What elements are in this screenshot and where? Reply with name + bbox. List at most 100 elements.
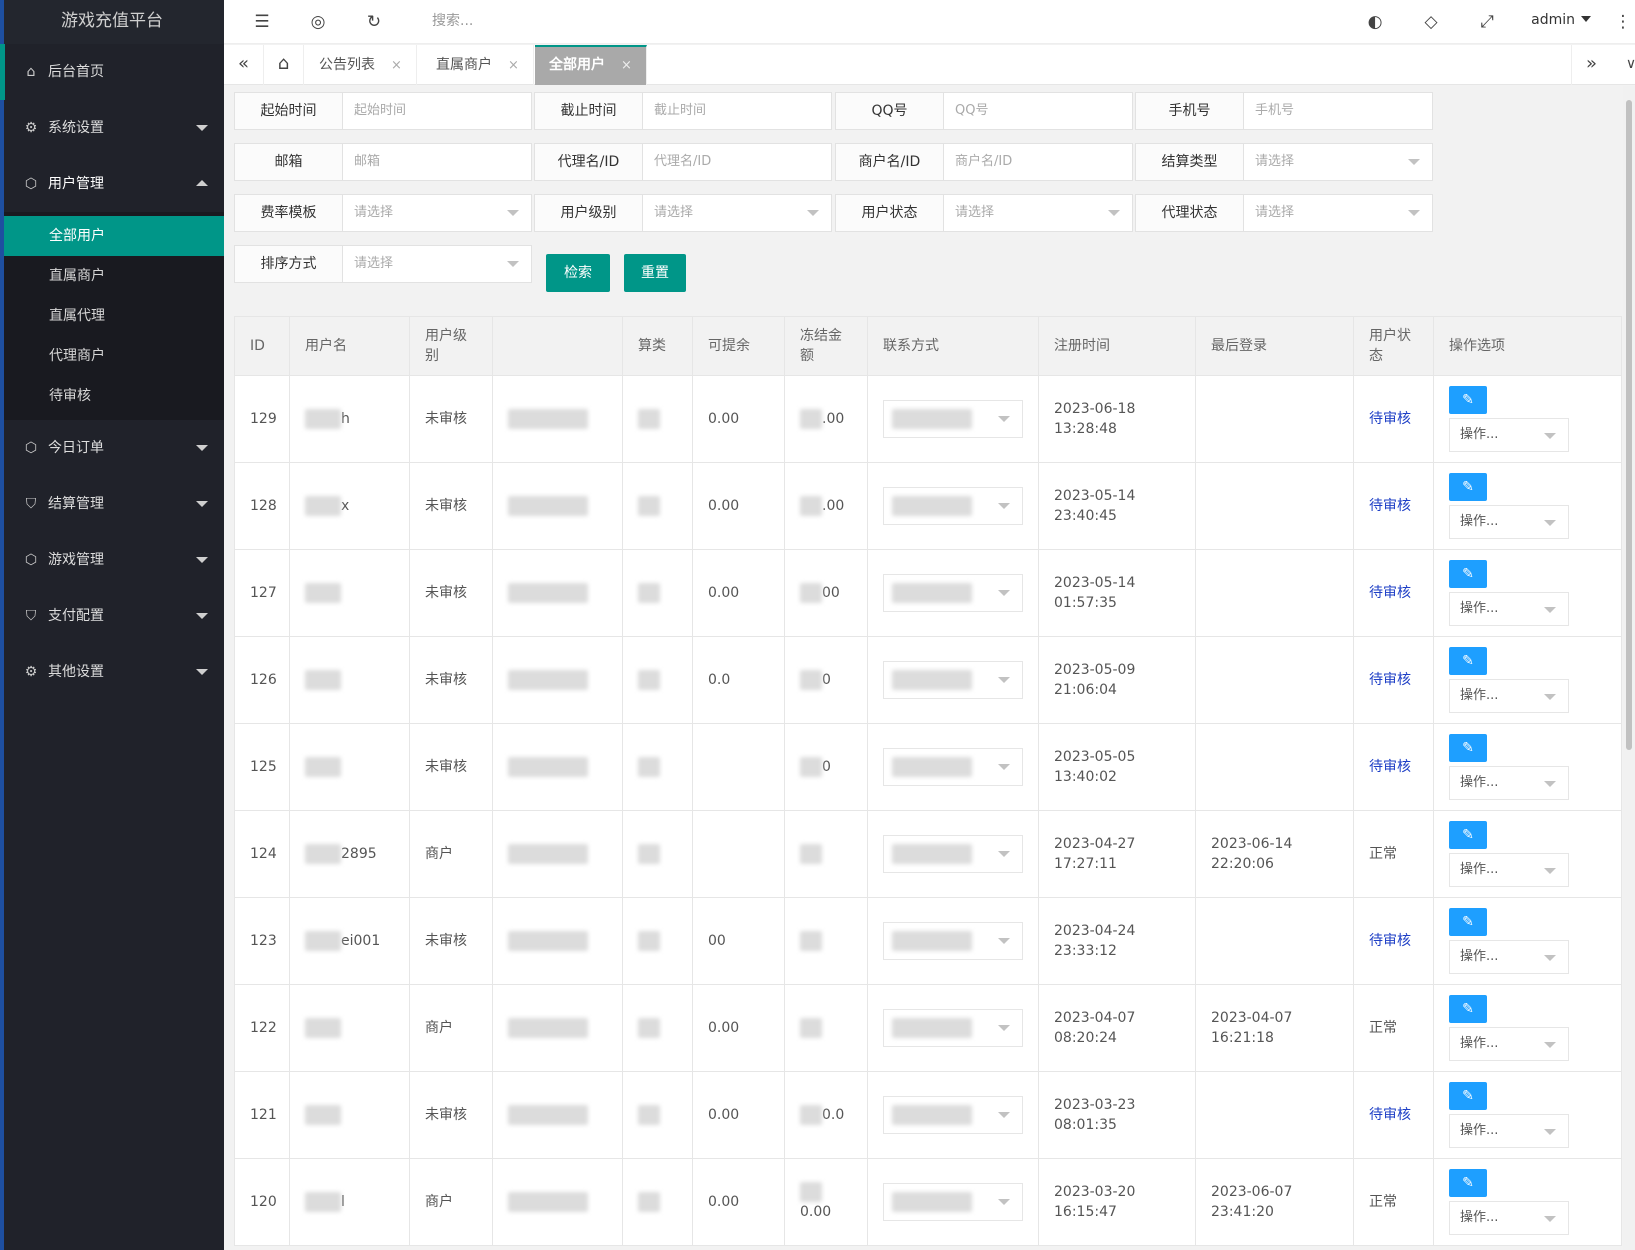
contact-select[interactable] (883, 1183, 1023, 1221)
scrollbar-thumb[interactable] (1626, 100, 1632, 750)
action-select[interactable]: 操作... (1449, 592, 1569, 626)
reset-button[interactable]: 重置 (624, 254, 686, 292)
contact-select[interactable] (883, 1009, 1023, 1047)
sidebar-subitem-pending[interactable]: 待审核 (0, 376, 224, 416)
sidebar-item-payment-config[interactable]: ⛉ 支付配置 (0, 588, 224, 644)
action-select[interactable]: 操作... (1449, 1114, 1569, 1148)
filter-select[interactable]: 请选择 (1244, 144, 1432, 180)
action-select[interactable]: 操作... (1449, 1201, 1569, 1235)
contact-select[interactable] (883, 400, 1023, 438)
sidebar-subitem-direct-merchants[interactable]: 直属商户 (0, 256, 224, 296)
sidebar-item-system-settings[interactable]: ⚙ 系统设置 (0, 100, 224, 156)
cell-frozen (784, 810, 868, 898)
edit-icon[interactable]: ✎ (1449, 647, 1487, 675)
status-text[interactable]: 待审核 (1369, 1107, 1411, 1123)
tab-direct-merchants[interactable]: 直属商户 × (422, 45, 534, 85)
chevron-down-icon (507, 210, 519, 216)
status-text[interactable]: 待审核 (1369, 672, 1411, 688)
action-select[interactable]: 操作... (1449, 418, 1569, 452)
edit-icon[interactable]: ✎ (1449, 473, 1487, 501)
close-icon[interactable]: × (621, 58, 632, 73)
cell-username: h (289, 375, 410, 463)
filter-input[interactable]: 起始时间 (343, 93, 531, 129)
action-select[interactable]: 操作... (1449, 1027, 1569, 1061)
tab-all-users[interactable]: 全部用户 × (535, 45, 647, 85)
edit-icon[interactable]: ✎ (1449, 1169, 1487, 1197)
edit-icon[interactable]: ✎ (1449, 560, 1487, 588)
sidebar-item-settlement[interactable]: ⛉ 结算管理 (0, 476, 224, 532)
contact-select[interactable] (883, 922, 1023, 960)
sidebar-item-home[interactable]: ⌂ 后台首页 (0, 44, 224, 100)
edit-icon[interactable]: ✎ (1449, 995, 1487, 1023)
user-menu[interactable]: admin (1531, 0, 1591, 40)
cell-user-level: 未审核 (409, 636, 493, 724)
home-tab-icon[interactable]: ⌂ (264, 45, 304, 85)
tabs-scroll-left-icon[interactable]: « (224, 45, 264, 85)
filter-input[interactable]: 商户名/ID (944, 144, 1132, 180)
contact-select[interactable] (883, 835, 1023, 873)
edit-icon[interactable]: ✎ (1449, 821, 1487, 849)
status-text[interactable]: 待审核 (1369, 933, 1411, 949)
filter-select[interactable]: 请选择 (643, 195, 831, 231)
contact-select[interactable] (883, 661, 1023, 699)
sidebar-subitem-all-users[interactable]: 全部用户 (0, 216, 224, 256)
contact-select[interactable] (883, 487, 1023, 525)
contact-select[interactable] (883, 1096, 1023, 1134)
action-select[interactable]: 操作... (1449, 766, 1569, 800)
filter-input[interactable]: 邮箱 (343, 144, 531, 180)
more-icon[interactable]: ⋮ (1611, 0, 1635, 44)
chevron-down-icon (807, 210, 819, 216)
palette-icon[interactable]: ◐ (1360, 0, 1390, 44)
status-text[interactable]: 待审核 (1369, 411, 1411, 427)
action-select[interactable]: 操作... (1449, 940, 1569, 974)
chevron-down-icon (998, 938, 1010, 944)
page-scrollbar[interactable] (1623, 86, 1635, 1250)
action-select[interactable]: 操作... (1449, 505, 1569, 539)
status-text[interactable]: 待审核 (1369, 498, 1411, 514)
tab-announcements[interactable]: 公告列表 × (305, 45, 417, 85)
edit-icon[interactable]: ✎ (1449, 734, 1487, 762)
filter-select[interactable]: 请选择 (1244, 195, 1432, 231)
filter-input[interactable]: 截止时间 (643, 93, 831, 129)
status-text[interactable]: 待审核 (1369, 585, 1411, 601)
filter-label: 结算类型 (1136, 144, 1244, 180)
globe-icon[interactable]: ◎ (303, 0, 333, 44)
refresh-icon[interactable]: ↻ (359, 0, 389, 44)
contact-select[interactable] (883, 574, 1023, 612)
cell-user-level: 未审核 (409, 897, 493, 985)
cell-frozen: 0.00 (784, 1158, 868, 1246)
edit-icon[interactable]: ✎ (1449, 386, 1487, 414)
chevron-down-icon (1544, 694, 1556, 700)
search-input[interactable]: 搜索... (432, 0, 473, 42)
close-icon[interactable]: × (508, 58, 519, 73)
filter-select[interactable]: 请选择 (343, 195, 531, 231)
menu-toggle-icon[interactable]: ☰ (247, 0, 277, 44)
filter-input[interactable]: 手机号 (1244, 93, 1432, 129)
sidebar-subitem-agent-merchants[interactable]: 代理商户 (0, 336, 224, 376)
filter-input[interactable]: 代理名/ID (643, 144, 831, 180)
sidebar-item-games[interactable]: ⬡ 游戏管理 (0, 532, 224, 588)
contact-select[interactable] (883, 748, 1023, 786)
status-text[interactable]: 待审核 (1369, 759, 1411, 775)
action-select[interactable]: 操作... (1449, 853, 1569, 887)
edit-icon[interactable]: ✎ (1449, 908, 1487, 936)
sidebar-item-user-management[interactable]: ⬡ 用户管理 (0, 156, 224, 212)
sidebar-item-other-settings[interactable]: ⚙ 其他设置 (0, 644, 224, 700)
fullscreen-icon[interactable]: ⤢ (1472, 0, 1502, 44)
action-select[interactable]: 操作... (1449, 679, 1569, 713)
filter-select[interactable]: 请选择 (944, 195, 1132, 231)
filter-input[interactable]: QQ号 (944, 93, 1132, 129)
sidebar-item-today-orders[interactable]: ⬡ 今日订单 (0, 420, 224, 476)
tabs-menu-chevron-down-icon[interactable]: ∨ (1611, 45, 1635, 85)
edit-icon[interactable]: ✎ (1449, 1082, 1487, 1110)
chevron-up-icon (196, 180, 208, 186)
tabs-scroll-right-icon[interactable]: » (1571, 45, 1611, 85)
sidebar-subitem-direct-agents[interactable]: 直属代理 (0, 296, 224, 336)
search-button[interactable]: 检索 (546, 254, 610, 292)
filter-select[interactable]: 请选择 (343, 246, 531, 282)
redacted-block (800, 496, 822, 516)
close-icon[interactable]: × (391, 58, 402, 73)
cell-frozen-text: 00 (822, 585, 840, 601)
tab-label: 全部用户 (549, 57, 605, 73)
tag-icon[interactable]: ◇ (1416, 0, 1446, 44)
